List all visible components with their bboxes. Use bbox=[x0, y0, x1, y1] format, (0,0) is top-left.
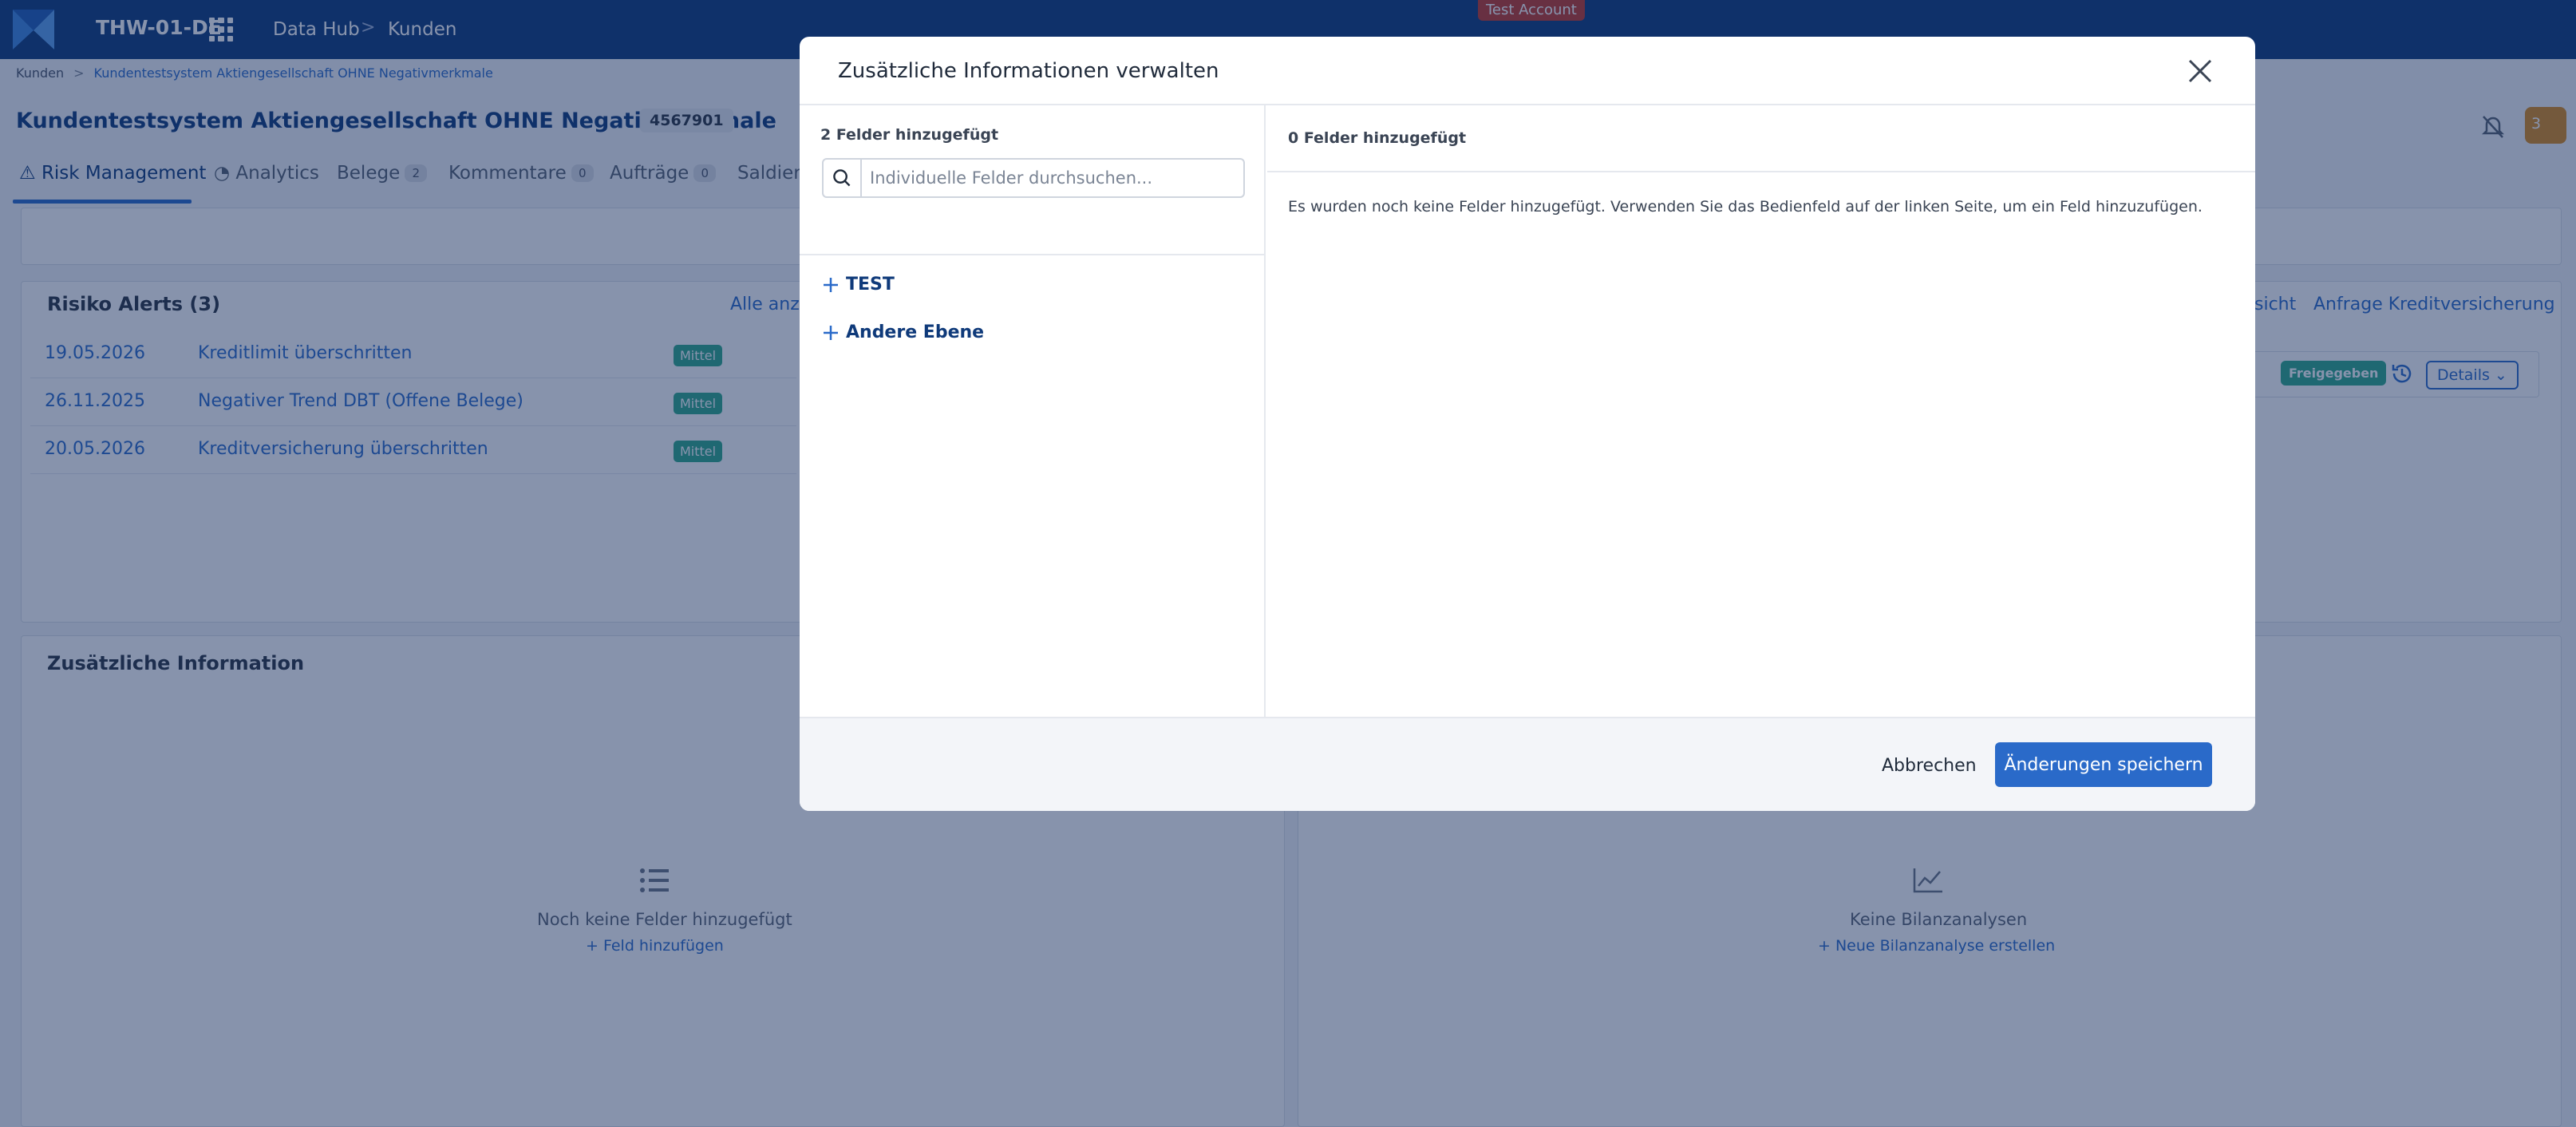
field-search bbox=[822, 158, 1245, 198]
cancel-button[interactable]: Abbrechen bbox=[1866, 744, 1993, 787]
dialog-footer: Abbrechen Änderungen speichern bbox=[800, 717, 2255, 811]
close-icon[interactable] bbox=[2183, 54, 2217, 88]
save-changes-button[interactable]: Änderungen speichern bbox=[1995, 742, 2212, 787]
field-group-label: Andere Ebene bbox=[846, 322, 985, 342]
plus-icon bbox=[824, 326, 838, 340]
no-fields-message: Es wurden noch keine Felder hinzugefügt.… bbox=[1288, 198, 2203, 216]
plus-icon bbox=[824, 278, 838, 292]
divider bbox=[800, 254, 1266, 255]
divider bbox=[1267, 171, 2255, 172]
available-fields-pane: 2 Felder hinzugefügt TEST Andere Ebene bbox=[800, 105, 1266, 717]
field-group-label: TEST bbox=[846, 275, 895, 295]
manage-additional-info-dialog: Zusätzliche Informationen verwalten 2 Fe… bbox=[800, 37, 2255, 811]
added-fields-pane: 0 Felder hinzugefügt Es wurden noch kein… bbox=[1267, 105, 2255, 717]
search-icon bbox=[833, 160, 862, 196]
left-field-count: 2 Felder hinzugefügt bbox=[820, 126, 999, 144]
right-field-count: 0 Felder hinzugefügt bbox=[1288, 129, 1467, 147]
field-search-input[interactable] bbox=[870, 163, 1237, 193]
dialog-title: Zusätzliche Informationen verwalten bbox=[838, 59, 1219, 83]
dialog-header: Zusätzliche Informationen verwalten bbox=[800, 37, 2255, 105]
